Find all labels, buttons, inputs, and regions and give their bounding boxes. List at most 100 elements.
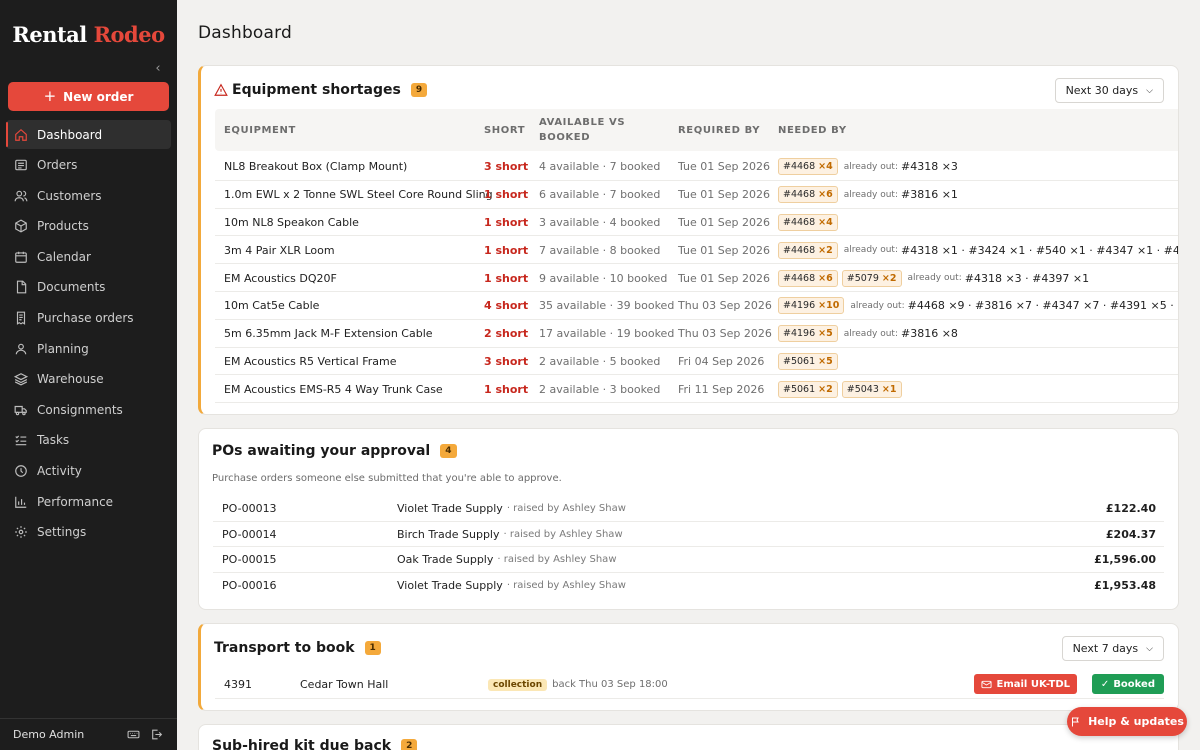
already-out-orders: #3816 ×1	[901, 188, 958, 202]
equipment-name[interactable]: 3m 4 Pair XLR Loom	[224, 236, 335, 264]
sidebar-item-label: Consignments	[37, 402, 123, 417]
po-supplier: Oak Trade Supply	[397, 553, 494, 567]
sidebar-nav: Dashboard Orders Customers Products Cale…	[6, 120, 171, 548]
availability: 35 available · 39 booked	[539, 299, 675, 313]
po-supplier: Violet Trade Supply	[397, 502, 503, 516]
po-amount: £204.37	[1105, 527, 1156, 541]
sidebar-item-planning[interactable]: Planning	[6, 334, 171, 363]
transport-range-select[interactable]: Next 7 days ⌵	[1061, 636, 1164, 661]
po-number[interactable]: PO-00014	[222, 522, 277, 548]
equipment-shortages-heading: Equipment shortages	[232, 82, 401, 98]
needed-by: #5061 ×2 #5043 ×1	[778, 375, 906, 403]
sidebar-item-purchase-orders[interactable]: Purchase orders	[6, 304, 171, 333]
equipment-name[interactable]: NL8 Breakout Box (Clamp Mount)	[224, 153, 407, 181]
email-supplier-button[interactable]: Email UK-TDL	[974, 674, 1077, 694]
po-row[interactable]: PO-00016 Violet Trade Supply · raised by A…	[213, 573, 1164, 599]
equipment-name[interactable]: 10m Cat5e Cable	[224, 292, 319, 320]
sidebar-item-performance[interactable]: Performance	[6, 487, 171, 516]
shortage-row[interactable]: 10m Cat5e Cable 4 short 35 available · 39 …	[215, 292, 1178, 320]
po-row[interactable]: PO-00013 Violet Trade Supply · raised by A…	[213, 496, 1164, 522]
logout-icon[interactable]	[150, 728, 163, 741]
brand-logo[interactable]: Rental Rodeo	[0, 22, 177, 47]
sidebar-item-calendar[interactable]: Calendar	[6, 242, 171, 271]
transport-row[interactable]: 4391 Cedar Town Hall collection back Thu…	[215, 670, 1164, 699]
shortages-range-select[interactable]: Next 30 days ⌵	[1054, 78, 1164, 103]
po-number[interactable]: PO-00016	[222, 573, 277, 599]
order-tag-number: #4468	[783, 272, 816, 284]
keyboard-icon[interactable]	[127, 728, 140, 741]
order-tag-qty: ×6	[818, 189, 833, 201]
shortage-row[interactable]: 1.0m EWL x 2 Tonne SWL Steel Core Round …	[215, 181, 1178, 209]
column-header-available: AVAILABLE VS BOOKED	[539, 109, 625, 151]
purchase-order-icon	[16, 311, 26, 325]
already-out-orders: #4468 ×9 · #3816 ×7 · #4347 ×7 · #4391 ×…	[907, 299, 1178, 313]
order-tag[interactable]: #4196 ×10	[778, 297, 845, 315]
equipment-name[interactable]: 1.0m EWL x 2 Tonne SWL Steel Core Round …	[224, 181, 493, 209]
sidebar-item-warehouse[interactable]: Warehouse	[6, 365, 171, 394]
order-tag-number: #4196	[783, 300, 816, 312]
order-tag[interactable]: #4468 ×2	[778, 241, 838, 259]
order-tag[interactable]: #5043 ×1	[841, 380, 902, 398]
po-number[interactable]: PO-00013	[222, 496, 277, 522]
order-tag-qty: ×2	[818, 383, 833, 395]
sidebar-item-dashboard[interactable]: Dashboard	[6, 120, 171, 149]
po-number[interactable]: PO-00015	[222, 547, 277, 573]
shortage-row[interactable]: NL8 Breakout Box (Clamp Mount) 3 short 4 a…	[215, 153, 1178, 181]
already-out-orders: #4318 ×1 · #3424 ×1 · #540 ×1 · #4347 ×1…	[901, 243, 1179, 257]
po-row[interactable]: PO-00015 Oak Trade Supply · raised by Ashl…	[213, 547, 1164, 573]
collapse-sidebar-button[interactable]: ‹	[150, 61, 166, 77]
order-tag-qty: ×4	[818, 216, 833, 228]
sidebar-item-customers[interactable]: Customers	[6, 181, 171, 210]
order-tag[interactable]: #4468 ×4	[778, 158, 838, 176]
shortage-row[interactable]: 10m NL8 Speakon Cable 1 short 3 available …	[215, 209, 1178, 237]
required-date: Fri 11 Sep 2026	[678, 382, 765, 396]
equipment-name[interactable]: EM Acoustics R5 Vertical Frame	[224, 348, 396, 376]
order-tag[interactable]: #5061 ×5	[778, 352, 838, 370]
sidebar-item-label: Calendar	[37, 249, 91, 264]
sidebar-item-orders[interactable]: Orders	[6, 151, 171, 180]
subhire-heading: Sub-hired kit due back	[212, 738, 392, 750]
sidebar-item-tasks[interactable]: Tasks	[6, 426, 171, 455]
order-tag[interactable]: #4196 ×5	[778, 325, 838, 343]
shortage-row[interactable]: 3m 4 Pair XLR Loom 1 short 7 available · 8…	[215, 236, 1179, 265]
sidebar-item-consignments[interactable]: Consignments	[6, 395, 171, 424]
po-row[interactable]: PO-00014 Birch Trade Supply · raised by As…	[213, 522, 1164, 548]
transport-range-value: Next 7 days	[1072, 642, 1139, 655]
order-tag[interactable]: #4468 ×6	[778, 269, 838, 287]
po-amount: £1,596.00	[1094, 553, 1156, 567]
po-approval-count-badge: 4	[440, 444, 457, 458]
order-tag-number: #5061	[783, 355, 816, 367]
column-header-available-line-2: BOOKED	[539, 132, 591, 143]
needed-by: #4468 ×4	[778, 209, 842, 237]
shortage-row[interactable]: EM Acoustics R5 Vertical Frame 3 short 2 a…	[215, 348, 1178, 376]
order-tag[interactable]: #5061 ×2	[778, 380, 838, 398]
order-tag[interactable]: #4468 ×6	[778, 186, 838, 204]
order-tag[interactable]: #4468 ×4	[778, 213, 838, 231]
shortage-row[interactable]: EM Acoustics EMS-R5 4 Way Trunk Case 1 sh…	[215, 375, 1178, 404]
booked-button[interactable]: ✓ Booked	[1091, 674, 1164, 694]
equipment-name[interactable]: 5m 6.35mm Jack M-F Extension Cable	[224, 320, 433, 348]
sidebar-item-products[interactable]: Products	[6, 212, 171, 241]
sidebar-item-label: Tasks	[37, 433, 70, 448]
subhire-title: Sub-hired kit due back 2	[212, 738, 418, 750]
equipment-name[interactable]: EM Acoustics EMS-R5 4 Way Trunk Case	[224, 375, 443, 403]
equipment-name[interactable]: EM Acoustics DQ20F	[224, 264, 337, 292]
help-updates-button[interactable]: Help & updates	[1067, 707, 1187, 736]
short-count: 2 short	[484, 327, 529, 341]
sidebar-item-documents[interactable]: Documents	[6, 273, 171, 302]
sidebar-item-settings[interactable]: Settings	[6, 518, 171, 547]
order-tag-number: #5043	[846, 383, 879, 395]
already-out-label: already out:	[843, 328, 898, 339]
booked-label: Booked	[1113, 678, 1155, 690]
shortage-row[interactable]: EM Acoustics DQ20F 1 short 9 available · 1…	[215, 264, 1178, 292]
order-tag-qty: ×4	[818, 161, 833, 173]
shortage-row[interactable]: 5m 6.35mm Jack M-F Extension Cable 2 shor…	[215, 320, 1178, 348]
new-order-button[interactable]: + New order	[8, 82, 169, 111]
order-tag-qty: ×10	[818, 300, 840, 312]
transport-type-tag: collection	[488, 678, 548, 691]
sidebar-item-activity[interactable]: Activity	[6, 457, 171, 486]
email-supplier-label: Email UK-TDL	[996, 678, 1070, 690]
order-tag[interactable]: #5079 ×2	[841, 269, 902, 287]
already-out-orders: #4318 ×3	[901, 160, 958, 174]
equipment-name[interactable]: 10m NL8 Speakon Cable	[224, 209, 359, 237]
